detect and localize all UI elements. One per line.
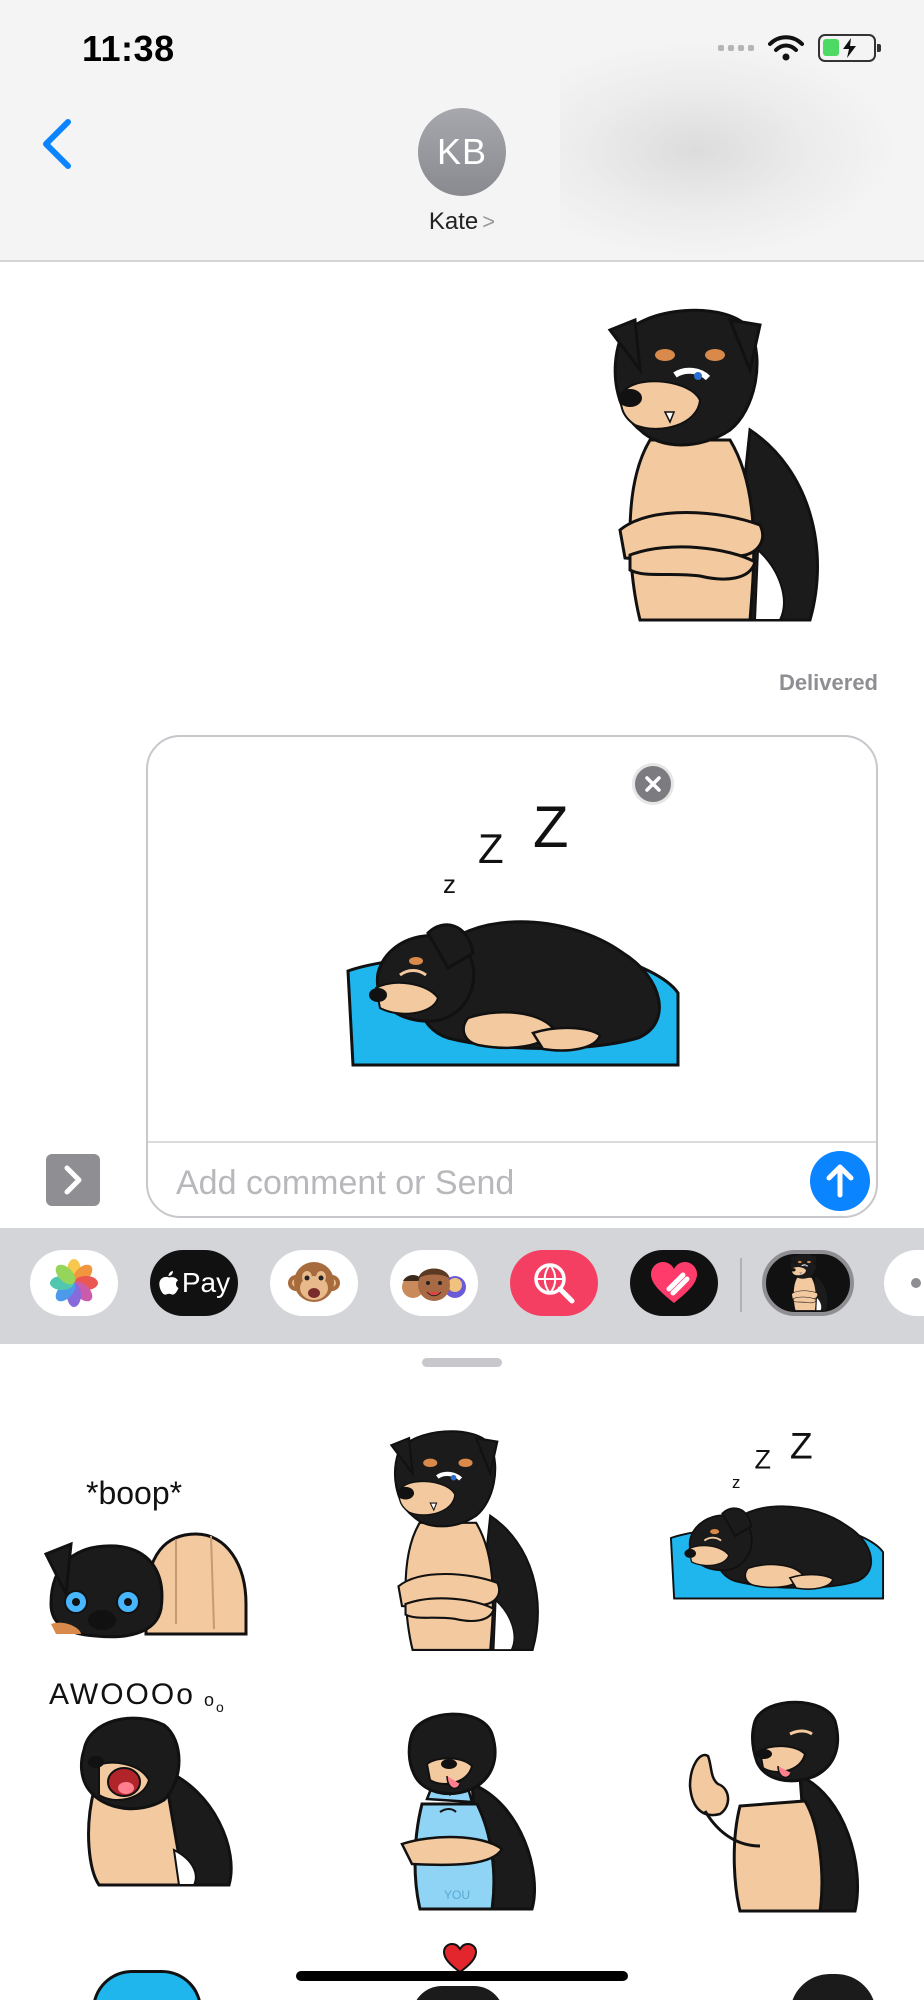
photos-icon [50,1259,98,1307]
app-digital-touch[interactable] [630,1250,718,1316]
memoji-icon [402,1268,466,1301]
app-strip-separator [740,1258,742,1312]
expand-apps-button[interactable] [46,1154,100,1206]
sticker-partial-3[interactable] [790,1974,876,2000]
monkey-icon [288,1262,340,1302]
arrow-up-icon [826,1164,854,1198]
compose-divider [148,1141,876,1143]
sticker-awoo[interactable] [44,1670,284,1890]
heart-icon [651,1262,697,1303]
wifi-icon [768,35,804,61]
chevron-left-icon [43,119,71,169]
cellular-signal-icon [718,45,754,51]
attached-sticker-dog-sleeping [338,803,688,1083]
sent-sticker-dog-crossed-arms[interactable] [580,300,840,640]
sticker-sleeping[interactable] [662,1430,892,1610]
app-image-search[interactable] [510,1250,598,1316]
delivery-status: Delivered [778,670,878,695]
compose-field [146,735,878,1218]
send-button[interactable] [810,1151,870,1211]
home-indicator[interactable] [296,1971,628,1981]
battery-charging-icon [818,34,881,62]
sticker-partial-1[interactable] [92,1970,202,2000]
contact-name: Kate [428,208,479,235]
apple-logo-icon [159,1271,179,1295]
more-icon [911,1278,921,1288]
app-animoji[interactable] [270,1250,358,1316]
imessage-app-strip: Pay [0,1228,924,1344]
contact-name-button[interactable]: Kate > [0,208,924,236]
apple-pay-label: Pay [181,1267,231,1298]
app-photos[interactable] [30,1250,118,1316]
app-memoji[interactable] [390,1250,478,1316]
close-icon [645,776,661,792]
chevron-right-icon [64,1165,82,1195]
sticker-boop[interactable] [36,1434,276,1654]
comment-input[interactable] [176,1155,756,1211]
contact-avatar[interactable]: KB [418,108,506,196]
status-icons [718,34,881,62]
sticker-hug[interactable] [342,1694,582,1914]
app-apple-pay[interactable]: Pay [150,1250,238,1316]
app-more[interactable] [884,1250,924,1316]
dog-sticker-app-icon [782,1252,834,1314]
sticker-thumbs-up[interactable] [660,1696,900,1916]
status-time: 11:38 [82,28,175,69]
drawer-grabber[interactable] [422,1358,502,1367]
app-dog-stickers[interactable] [762,1250,854,1316]
sticker-crossed-arms[interactable] [342,1424,582,1664]
conversation-header: 11:38 KB Kate > [0,0,924,262]
sticker-partial-2[interactable] [412,1986,504,2000]
remove-attachment-button[interactable] [632,763,674,805]
globe-search-icon [534,1263,575,1304]
heart-sticker-icon [442,1942,478,1974]
chevron-right-icon: > [482,209,496,234]
sticker-drawer [0,1344,924,2000]
back-button[interactable] [38,116,78,172]
